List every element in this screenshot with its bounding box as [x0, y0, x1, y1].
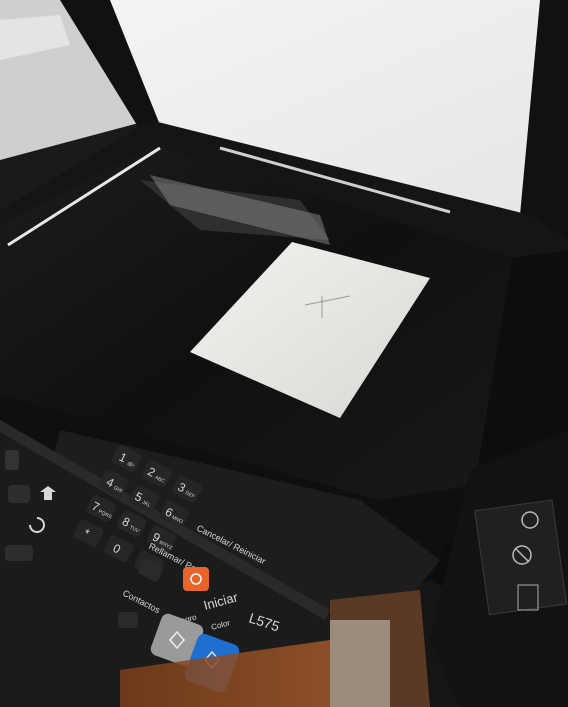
nav-left-button[interactable]: [5, 450, 19, 470]
cancel-button[interactable]: [183, 567, 209, 591]
nav-up-button[interactable]: [8, 485, 30, 503]
contacts-button[interactable]: [118, 612, 138, 628]
scene-svg: 1@/: 2ABC 3DEF 4GHI 5JKL 6MNO 7PQRS 8TUV…: [0, 0, 568, 707]
nav-down-button[interactable]: [5, 545, 33, 561]
warning-sticker: [474, 499, 568, 616]
wall-strip: [330, 620, 390, 707]
printer-scanner-photo: 1 @/: 2 ABC 3 DEF 4 GHI 5 JKL 6 MNO 7 PQRS 8 TUV…: [0, 0, 568, 707]
